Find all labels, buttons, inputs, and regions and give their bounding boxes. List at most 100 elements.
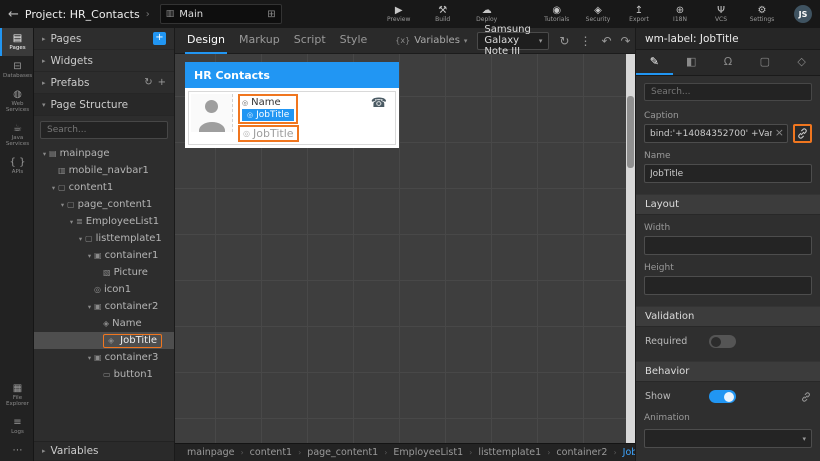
breadcrumb-item[interactable]: page_content1 <box>307 447 378 458</box>
caret-down-icon[interactable]: ▾ <box>49 184 58 192</box>
bind-caption-button[interactable] <box>793 124 812 143</box>
tree-item-jobtitle[interactable]: ◈ JobTitle <box>34 332 174 349</box>
section-page-structure[interactable]: ▾ Page Structure <box>34 94 174 116</box>
breadcrumb-item[interactable]: mainpage <box>187 447 234 458</box>
bind-show-button[interactable] <box>801 391 811 402</box>
name-input[interactable] <box>644 164 812 183</box>
tree-item-icon1[interactable]: ◎ icon1 <box>34 281 174 298</box>
tab-markup-props[interactable]: ▢ <box>746 50 783 75</box>
tab-design[interactable]: Design <box>185 28 227 54</box>
breadcrumb-item[interactable]: listtemplate1 <box>478 447 541 458</box>
properties-search-input[interactable] <box>644 83 812 101</box>
avatar-placeholder[interactable] <box>191 94 233 132</box>
preview-button[interactable]: ▶ Preview <box>384 5 414 23</box>
rail-item-apis[interactable]: { } APIs <box>0 152 33 180</box>
redo-icon[interactable]: ↷ <box>621 34 631 48</box>
add-prefab-icon[interactable]: + <box>158 77 166 88</box>
caret-down-icon[interactable]: ▾ <box>67 218 76 226</box>
rail-item-java-services[interactable]: ☕ Java Services <box>0 118 33 152</box>
width-input[interactable] <box>644 236 812 255</box>
height-input[interactable] <box>644 276 812 295</box>
user-avatar[interactable]: JS <box>794 5 812 23</box>
export-button[interactable]: ↥ Export <box>624 5 654 23</box>
tab-markup[interactable]: Markup <box>237 28 282 54</box>
container2-widget[interactable]: ◎ Name ◎ JobTitle ◎ JobTitle <box>238 94 299 142</box>
tab-security-props[interactable]: ◇ <box>783 50 820 75</box>
tree-item-mobile-navbar1[interactable]: ▥ mobile_navbar1 <box>34 162 174 179</box>
tab-style[interactable]: Style <box>338 28 370 54</box>
scrollbar-thumb[interactable] <box>627 96 634 168</box>
canvas-scrollbar[interactable] <box>626 54 635 443</box>
caret-down-icon[interactable]: ▾ <box>76 235 85 243</box>
call-button[interactable]: ☎ <box>365 94 393 113</box>
tab-events[interactable]: Ω <box>710 50 747 75</box>
tab-properties[interactable]: ✎ <box>636 50 673 75</box>
caret-down-icon[interactable]: ▾ <box>58 201 67 209</box>
required-toggle[interactable] <box>709 335 737 348</box>
refresh-prefabs-icon[interactable]: ↻ <box>144 77 152 88</box>
name-label-widget[interactable]: ◎ Name <box>242 97 294 108</box>
breadcrumb-item[interactable]: EmployeeList1 <box>393 447 463 458</box>
clear-caption-icon[interactable]: × <box>775 127 784 139</box>
build-button[interactable]: ⚒ Build <box>428 5 458 23</box>
tutorials-button[interactable]: ◉ Tutorials <box>542 5 572 23</box>
tree-item-container2[interactable]: ▾ ▣ container2 <box>34 298 174 315</box>
layout-section-header[interactable]: Layout <box>636 194 820 215</box>
caption-input[interactable] <box>644 124 788 143</box>
section-pages[interactable]: ▸ Pages + <box>34 28 174 50</box>
section-widgets[interactable]: ▸ Widgets <box>34 50 174 72</box>
caret-down-icon[interactable]: ▾ <box>40 150 49 158</box>
tree-item-mainpage[interactable]: ▾ ▤ mainpage <box>34 145 174 162</box>
validation-section-header[interactable]: Validation <box>636 306 820 327</box>
breadcrumb-item[interactable]: container2 <box>556 447 607 458</box>
employee-list-widget[interactable]: ◎ Name ◎ JobTitle ◎ JobTitle ☎ <box>185 88 399 148</box>
tab-styles[interactable]: ◧ <box>673 50 710 75</box>
breadcrumb-item-current[interactable]: JobTitle <box>623 447 635 458</box>
section-variables[interactable]: ▸ Variables <box>34 441 174 461</box>
rail-item-more[interactable]: ⋯ <box>0 440 33 461</box>
jobtitle-widget-selected[interactable]: ◎ JobTitle <box>242 109 295 121</box>
show-toggle[interactable] <box>709 390 736 403</box>
rail-item-logs[interactable]: ≡ Logs <box>0 412 33 440</box>
structure-search-input[interactable] <box>40 121 168 139</box>
deploy-button[interactable]: ☁ Deploy <box>472 5 502 23</box>
tree-item-picture[interactable]: ▧ Picture <box>34 264 174 281</box>
i18n-button[interactable]: ⊕ I18N <box>665 5 695 23</box>
tree-item-employeelist1[interactable]: ▾ ≣ EmployeeList1 <box>34 213 174 230</box>
tree-item-button1[interactable]: ▭ button1 <box>34 366 174 383</box>
page-selector[interactable]: ▥ Main ⊞ <box>159 4 282 24</box>
variables-dropdown[interactable]: {x} Variables ▾ <box>395 35 467 46</box>
device-select[interactable]: Samsung Galaxy Note III ▾ <box>477 24 550 57</box>
caret-down-icon[interactable]: ▾ <box>85 303 94 311</box>
rail-item-web-services[interactable]: ◍ Web Services <box>0 84 33 118</box>
settings-button[interactable]: ⚙ Settings <box>747 5 777 23</box>
back-arrow-icon[interactable]: ← <box>8 7 19 22</box>
breadcrumb-item[interactable]: content1 <box>250 447 292 458</box>
behavior-section-header[interactable]: Behavior <box>636 361 820 382</box>
tree-item-container3[interactable]: ▾ ▣ container3 <box>34 349 174 366</box>
rotate-device-icon[interactable]: ↻ <box>559 34 569 48</box>
list-template[interactable]: ◎ Name ◎ JobTitle ◎ JobTitle ☎ <box>188 91 396 145</box>
rail-item-file-explorer[interactable]: ▦ File Explorer <box>0 378 33 412</box>
section-prefabs[interactable]: ▸ Prefabs ↻ + <box>34 72 174 94</box>
tree-item-content1[interactable]: ▾ ▢ content1 <box>34 179 174 196</box>
tree-item-container1[interactable]: ▾ ▣ container1 <box>34 247 174 264</box>
security-button[interactable]: ◈ Security <box>583 5 613 23</box>
tree-item-name[interactable]: ◈ Name <box>34 315 174 332</box>
tab-script[interactable]: Script <box>292 28 328 54</box>
caret-down-icon[interactable]: ▾ <box>85 354 94 362</box>
animation-select[interactable]: ▾ <box>644 429 812 448</box>
caret-down-icon[interactable]: ▾ <box>85 252 94 260</box>
undo-icon[interactable]: ↶ <box>601 34 611 48</box>
tree-item-page-content1[interactable]: ▾ ▢ page_content1 <box>34 196 174 213</box>
tree-item-listtemplate1[interactable]: ▾ ▢ listtemplate1 <box>34 230 174 247</box>
design-canvas[interactable]: HR Contacts ◎ Name ◎ JobTitle ◎ JobTitle… <box>175 54 635 443</box>
rail-item-pages[interactable]: ▤ Pages <box>0 28 33 56</box>
vcs-button[interactable]: Ψ VCS <box>706 5 736 23</box>
kebab-menu-icon[interactable]: ⋮ <box>579 34 591 48</box>
grid-view-icon[interactable]: ⊞ <box>267 9 275 20</box>
mobile-page-header[interactable]: HR Contacts <box>185 62 399 88</box>
jobtitle-label-widget[interactable]: ◎ JobTitle <box>243 127 294 140</box>
rail-item-databases[interactable]: ⊟ Databases <box>0 56 33 84</box>
add-page-button[interactable]: + <box>153 32 166 45</box>
